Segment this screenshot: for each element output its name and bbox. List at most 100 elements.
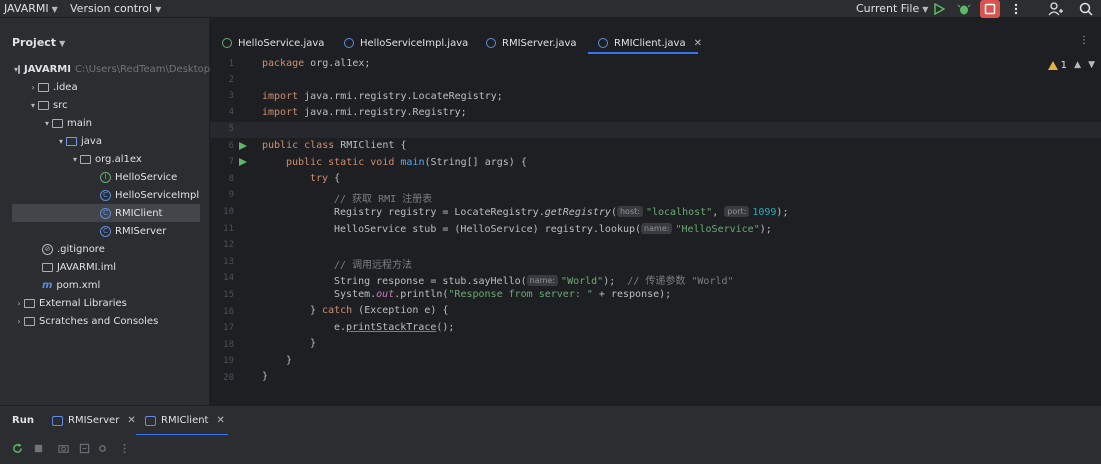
- tree-item-src[interactable]: ▾ src: [0, 96, 210, 114]
- project-panel-title: Project: [12, 36, 57, 49]
- tab-label: RMIServer.java: [502, 37, 577, 49]
- gutter: 1 2 3 4 5 6 7 8 9 10 11 12 13 14 15 16 1…: [210, 54, 262, 405]
- parameter-hint: port:: [724, 206, 750, 217]
- tree-item-scratches[interactable]: › Scratches and Consoles: [0, 312, 210, 330]
- code-line: System.out.println("Response from server…: [334, 289, 672, 300]
- tree-item-label: src: [53, 99, 68, 111]
- collapse-arrow-icon[interactable]: ›: [14, 317, 24, 326]
- code-line: String response = stub.sayHello(name: "Wo…: [334, 275, 734, 287]
- line-number: 11: [223, 224, 234, 234]
- package-icon: [80, 154, 91, 164]
- line-number: 3: [228, 91, 234, 101]
- user-add-icon: [1048, 2, 1063, 16]
- tree-item-pom[interactable]: m pom.xml: [0, 276, 210, 294]
- parameter-hint: host:: [616, 206, 643, 217]
- line-number: 7: [228, 157, 234, 167]
- class-icon: [344, 38, 354, 48]
- tree-item-idea[interactable]: › .idea: [0, 78, 210, 96]
- tab-rmiclient[interactable]: RMIClient.java ✕: [598, 34, 702, 52]
- settings-icon[interactable]: [97, 443, 108, 454]
- expand-arrow-icon[interactable]: ▾: [70, 155, 80, 164]
- tree-item-gitignore[interactable]: ⊘ .gitignore: [0, 240, 210, 258]
- library-icon: [24, 298, 35, 308]
- code-editor[interactable]: 1 ▲ ▼ 1 2 3 4 5 6 7 8 9 10 11 12 13 14 1…: [210, 54, 1101, 405]
- code-line: import java.rmi.registry.LocateRegistry;: [262, 91, 503, 102]
- tree-item-external-libraries[interactable]: › External Libraries: [0, 294, 210, 312]
- more-vertical-icon[interactable]: [119, 443, 130, 454]
- line-number: 20: [223, 373, 234, 383]
- run-class-gutter-icon[interactable]: [239, 142, 247, 150]
- tree-item-java[interactable]: ▾ java: [0, 132, 210, 150]
- tab-helloserviceimpl[interactable]: HelloServiceImpl.java: [344, 34, 468, 52]
- parameter-hint: name:: [526, 275, 559, 286]
- tree-item-rmiclient[interactable]: C RMIClient: [12, 204, 200, 222]
- line-number: 14: [223, 273, 234, 283]
- folder-icon: [52, 118, 63, 128]
- tree-item-label: External Libraries: [39, 297, 127, 309]
- tree-item-label: RMIServer: [115, 225, 167, 237]
- bug-icon: [957, 4, 971, 15]
- line-number: 17: [223, 323, 234, 333]
- maven-icon: m: [42, 279, 53, 291]
- tab-rmiserver[interactable]: RMIServer.java: [486, 34, 577, 52]
- run-config-selector[interactable]: Current File ▼: [856, 2, 928, 15]
- class-icon: C: [100, 225, 111, 237]
- tree-item-label: .gitignore: [57, 243, 105, 255]
- line-number: 10: [223, 207, 234, 217]
- tree-item-iml[interactable]: JAVARMI.iml: [0, 258, 210, 276]
- collapse-arrow-icon[interactable]: ›: [28, 83, 38, 92]
- run-tab-rmiserver[interactable]: RMIServer ✕: [52, 415, 136, 426]
- run-main-gutter-icon[interactable]: [239, 158, 247, 166]
- line-number: 1: [228, 59, 234, 69]
- tree-item-rmiserver[interactable]: C RMIServer: [0, 222, 210, 240]
- tree-item-main[interactable]: ▾ main: [0, 114, 210, 132]
- run-icon: [934, 3, 945, 15]
- camera-icon[interactable]: [58, 443, 69, 454]
- tree-item-package[interactable]: ▾ org.al1ex: [0, 150, 210, 168]
- tab-helloservice[interactable]: HelloService.java: [222, 34, 324, 52]
- run-toolbar: [0, 435, 1101, 464]
- close-icon[interactable]: ✕: [127, 415, 135, 426]
- chevron-down-icon: ▼: [59, 39, 66, 48]
- expand-arrow-icon[interactable]: ▾: [28, 101, 38, 110]
- folder-icon: [38, 100, 49, 110]
- tree-item-label: .idea: [53, 81, 78, 93]
- expand-arrow-icon[interactable]: ▾: [56, 137, 66, 146]
- rerun-icon[interactable]: [12, 443, 23, 454]
- project-panel-header[interactable]: Project ▼: [12, 36, 65, 49]
- previous-highlight-icon[interactable]: ▲: [1074, 60, 1081, 70]
- more-actions-button[interactable]: [1008, 1, 1024, 17]
- tree-item-label: java: [81, 135, 102, 147]
- debug-button[interactable]: [956, 1, 972, 17]
- run-tab-label: RMIClient: [161, 415, 209, 426]
- stop-button[interactable]: [980, 0, 1000, 18]
- line-number: 12: [223, 240, 234, 250]
- restore-layout-icon[interactable]: [79, 443, 90, 454]
- vcs-menu[interactable]: Version control ▼: [70, 2, 161, 15]
- title-bar: JAVARMI ▼ Version control ▼ Current File ▼: [0, 0, 1101, 18]
- next-highlight-icon[interactable]: ▼: [1088, 60, 1095, 70]
- run-tab-rmiclient[interactable]: RMIClient ✕: [145, 415, 225, 426]
- close-icon[interactable]: ✕: [216, 415, 224, 426]
- tree-item-javarmi[interactable]: ▾ JAVARMI C:\Users\RedTeam\Desktop: [0, 60, 210, 78]
- line-number: 18: [223, 340, 234, 350]
- interface-icon: [222, 38, 232, 48]
- project-switcher[interactable]: JAVARMI ▼: [4, 2, 58, 15]
- run-tool-window-title: Run: [12, 415, 34, 426]
- search-button[interactable]: [1078, 1, 1094, 17]
- run-button[interactable]: [931, 1, 947, 17]
- stop-icon[interactable]: [33, 443, 44, 454]
- line-number: 5: [228, 124, 234, 134]
- chevron-down-icon: ▼: [922, 5, 929, 14]
- editor-tab-bar: HelloService.java HelloServiceImpl.java …: [210, 30, 1101, 54]
- tree-item-helloserviceimpl[interactable]: C HelloServiceImpl: [0, 186, 210, 204]
- code-line: }: [286, 355, 293, 366]
- account-button[interactable]: [1047, 1, 1063, 17]
- tree-item-helloservice[interactable]: I HelloService: [0, 168, 210, 186]
- inspection-widget[interactable]: 1: [1047, 60, 1067, 71]
- close-icon[interactable]: ✕: [694, 38, 702, 49]
- expand-arrow-icon[interactable]: ▾: [42, 119, 52, 128]
- collapse-arrow-icon[interactable]: ›: [14, 299, 24, 308]
- tab-options-icon[interactable]: ⋮: [1079, 35, 1089, 46]
- run-config-icon: [52, 415, 63, 426]
